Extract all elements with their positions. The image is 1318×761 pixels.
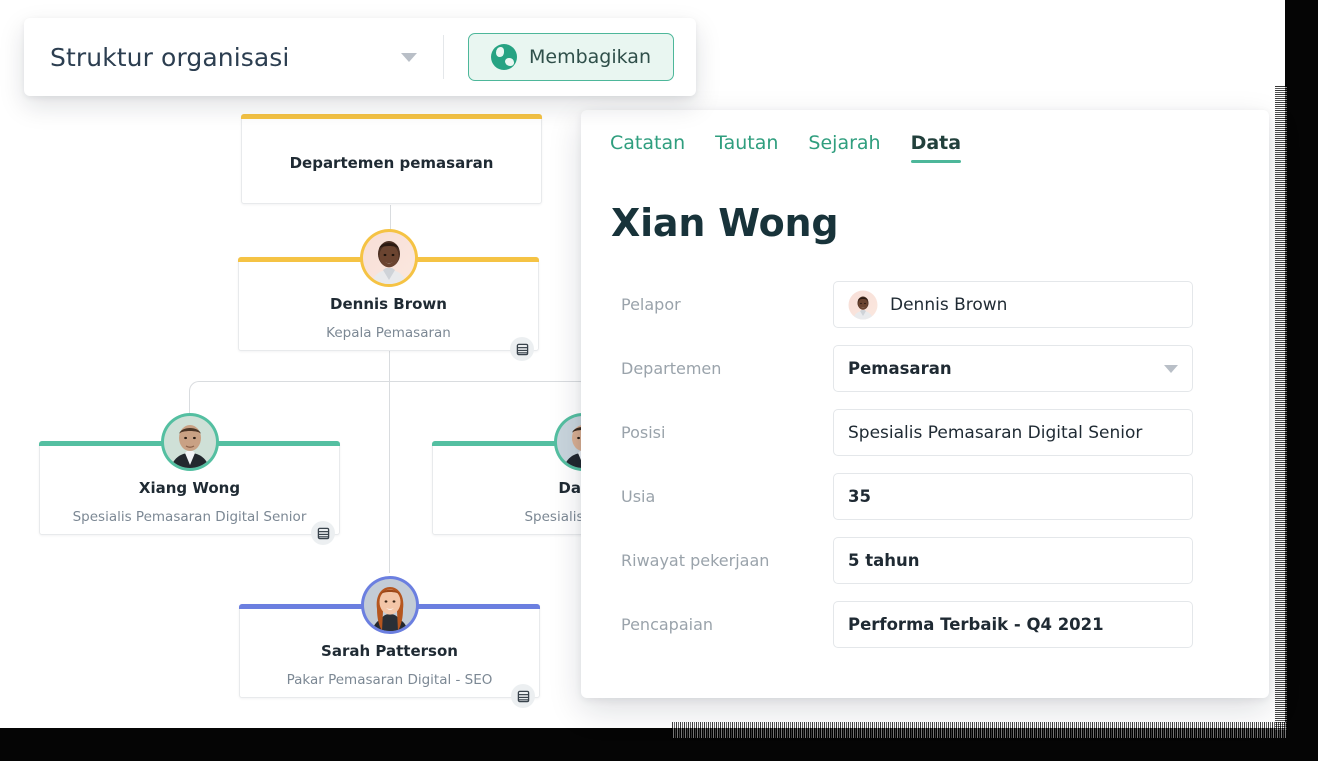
avatar — [359, 228, 419, 288]
node-role: Kepala Pemasaran — [326, 325, 451, 341]
detail-form: Pelapor Dennis Brown Departemen Pemasara… — [581, 245, 1269, 648]
departemen-value: Pemasaran — [848, 359, 952, 378]
field-label: Pencapaian — [621, 615, 714, 634]
form-row-departemen: Departemen Pemasaran — [581, 345, 1269, 392]
pelapor-field[interactable]: Dennis Brown — [833, 281, 1193, 328]
connector-branch-left — [189, 381, 390, 441]
form-row-riwayat-pekerjaan: Riwayat pekerjaan 5 tahun — [581, 537, 1269, 584]
toolbar: Struktur organisasi Membagikan — [24, 18, 696, 96]
toolbar-divider — [443, 35, 444, 79]
chevron-down-icon[interactable] — [401, 52, 417, 62]
chevron-down-icon — [1164, 364, 1178, 373]
node-accent-bar — [241, 114, 542, 119]
node-name: Xiang Wong — [138, 479, 241, 497]
detail-panel: Catatan Tautan Sejarah Data Xian Wong Pe… — [581, 110, 1269, 698]
globe-icon — [491, 44, 517, 70]
node-department[interactable]: Departemen pemasaran — [241, 114, 542, 204]
node-role: Spesialis Pemasaran Digital Senior — [72, 509, 307, 525]
database-icon[interactable] — [510, 337, 534, 361]
app-root: Struktur organisasi Membagikan Departeme… — [0, 0, 1318, 761]
riwayat-pekerjaan-value: 5 tahun — [848, 551, 920, 570]
avatar — [360, 575, 420, 635]
pencapaian-value: Performa Terbaik - Q4 2021 — [848, 615, 1104, 634]
node-xiang-wong[interactable]: Xiang Wong Spesialis Pemasaran Digital S… — [39, 413, 340, 545]
riwayat-pekerjaan-input[interactable]: 5 tahun — [833, 537, 1193, 584]
form-row-pelapor: Pelapor Dennis Brown — [581, 281, 1269, 328]
page-backdrop-right — [1283, 0, 1318, 761]
connector-dennis-stem — [389, 350, 390, 382]
node-sarah-patterson[interactable]: Sarah Patterson Pakar Pemasaran Digital … — [239, 576, 540, 708]
panel-tabs: Catatan Tautan Sejarah Data — [581, 110, 1269, 163]
connector-dennis-to-sarah — [389, 381, 390, 573]
usia-value: 35 — [848, 487, 871, 506]
node-dennis-brown[interactable]: Dennis Brown Kepala Pemasaran — [238, 229, 539, 361]
field-label: Pelapor — [621, 295, 681, 314]
chart-title[interactable]: Struktur organisasi — [50, 43, 289, 72]
database-icon[interactable] — [511, 684, 535, 708]
form-row-pencapaian: Pencapaian Performa Terbaik - Q4 2021 — [581, 601, 1269, 648]
departemen-select[interactable]: Pemasaran — [833, 345, 1193, 392]
field-label: Usia — [621, 487, 656, 506]
form-row-usia: Usia 35 — [581, 473, 1269, 520]
department-node-title: Departemen pemasaran — [289, 154, 494, 172]
page-title: Xian Wong — [611, 201, 839, 245]
pelapor-value: Dennis Brown — [890, 294, 1008, 315]
tab-catatan[interactable]: Catatan — [610, 132, 685, 163]
tab-tautan[interactable]: Tautan — [715, 132, 778, 163]
backdrop-noise-right — [1275, 86, 1287, 731]
usia-input[interactable]: 35 — [833, 473, 1193, 520]
field-label: Posisi — [621, 423, 666, 442]
database-icon[interactable] — [311, 521, 335, 545]
pencapaian-input[interactable]: Performa Terbaik - Q4 2021 — [833, 601, 1193, 648]
form-row-posisi: Posisi Spesialis Pemasaran Digital Senio… — [581, 409, 1269, 456]
field-label: Riwayat pekerjaan — [621, 551, 770, 570]
share-button[interactable]: Membagikan — [468, 33, 674, 81]
node-role: Pakar Pemasaran Digital - SEO — [286, 672, 493, 688]
tab-data[interactable]: Data — [910, 132, 961, 163]
share-button-label: Membagikan — [529, 46, 651, 68]
avatar — [160, 412, 220, 472]
field-label: Departemen — [621, 359, 722, 378]
posisi-value: Spesialis Pemasaran Digital Senior — [848, 422, 1143, 443]
node-name: Sarah Patterson — [321, 642, 458, 660]
backdrop-noise-bottom — [672, 722, 1287, 738]
posisi-input[interactable]: Spesialis Pemasaran Digital Senior — [833, 409, 1193, 456]
tab-sejarah[interactable]: Sejarah — [808, 132, 880, 163]
avatar — [848, 290, 878, 320]
node-name: Dennis Brown — [330, 295, 447, 313]
